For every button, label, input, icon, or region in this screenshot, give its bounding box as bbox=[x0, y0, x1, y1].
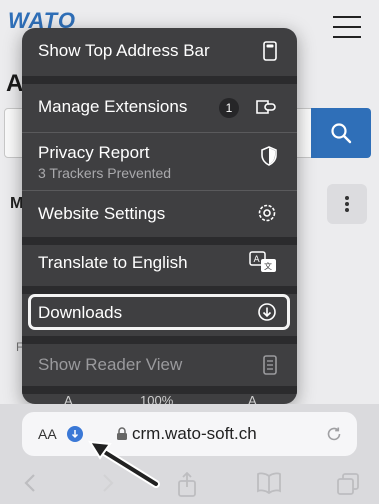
increase-text-size-button[interactable]: A bbox=[248, 393, 257, 404]
menu-item-label: Translate to English bbox=[38, 253, 188, 272]
menu-item-label: Privacy Report bbox=[38, 143, 150, 162]
forward-icon[interactable] bbox=[100, 472, 116, 494]
gear-icon bbox=[258, 204, 276, 222]
menu-item-show-reader-view[interactable]: Show Reader View bbox=[22, 344, 297, 386]
svg-text:A: A bbox=[254, 255, 261, 265]
menu-item-label: Website Settings bbox=[38, 204, 166, 223]
decrease-text-size-button[interactable]: A bbox=[64, 393, 73, 404]
download-progress-icon[interactable] bbox=[67, 426, 83, 442]
zoom-controls: A 100% A bbox=[22, 393, 297, 404]
hamburger-menu-icon[interactable] bbox=[333, 16, 361, 38]
section-divider bbox=[22, 76, 297, 84]
shield-icon bbox=[261, 146, 277, 166]
section-divider bbox=[22, 286, 297, 294]
menu-item-label: Show Top Address Bar bbox=[38, 41, 210, 60]
downloads-highlight bbox=[28, 294, 290, 330]
zoom-level[interactable]: 100% bbox=[140, 393, 173, 404]
bottom-toolbar bbox=[0, 464, 379, 504]
extensions-count-badge: 1 bbox=[219, 98, 239, 118]
reader-icon bbox=[263, 355, 277, 375]
top-address-bar-icon bbox=[263, 41, 277, 61]
back-icon[interactable] bbox=[22, 472, 38, 494]
menu-item-manage-extensions[interactable]: Manage Extensions 1 bbox=[22, 84, 297, 132]
menu-item-label: Show Reader View bbox=[38, 355, 183, 374]
address-bar[interactable]: AA crm.wato-soft.ch bbox=[22, 412, 357, 456]
text-size-button[interactable]: AA bbox=[38, 426, 57, 442]
menu-item-show-top-address-bar[interactable]: Show Top Address Bar bbox=[22, 28, 297, 76]
menu-item-label: Manage Extensions bbox=[38, 97, 188, 116]
reload-icon[interactable] bbox=[325, 425, 343, 443]
translate-icon: A 文 bbox=[249, 251, 276, 272]
section-divider bbox=[22, 237, 297, 245]
search-icon bbox=[331, 123, 352, 144]
extensions-icon bbox=[256, 100, 276, 114]
menu-item-privacy-report[interactable]: Privacy Report 3 Trackers Prevented bbox=[22, 133, 297, 190]
svg-text:文: 文 bbox=[264, 261, 272, 271]
menu-item-website-settings[interactable]: Website Settings bbox=[22, 191, 297, 237]
more-options-button[interactable] bbox=[327, 184, 367, 224]
page-menu: Show Top Address Bar Manage Extensions 1… bbox=[22, 28, 297, 404]
page-heading: A bbox=[6, 70, 24, 97]
page-search-button[interactable] bbox=[311, 108, 371, 158]
tabs-icon[interactable] bbox=[336, 472, 360, 496]
share-icon[interactable] bbox=[176, 472, 198, 498]
trackers-prevented-text: 3 Trackers Prevented bbox=[38, 165, 172, 181]
bookmarks-icon[interactable] bbox=[256, 472, 282, 494]
menu-item-translate[interactable]: Translate to English A 文 bbox=[22, 245, 297, 286]
section-divider bbox=[22, 336, 297, 344]
